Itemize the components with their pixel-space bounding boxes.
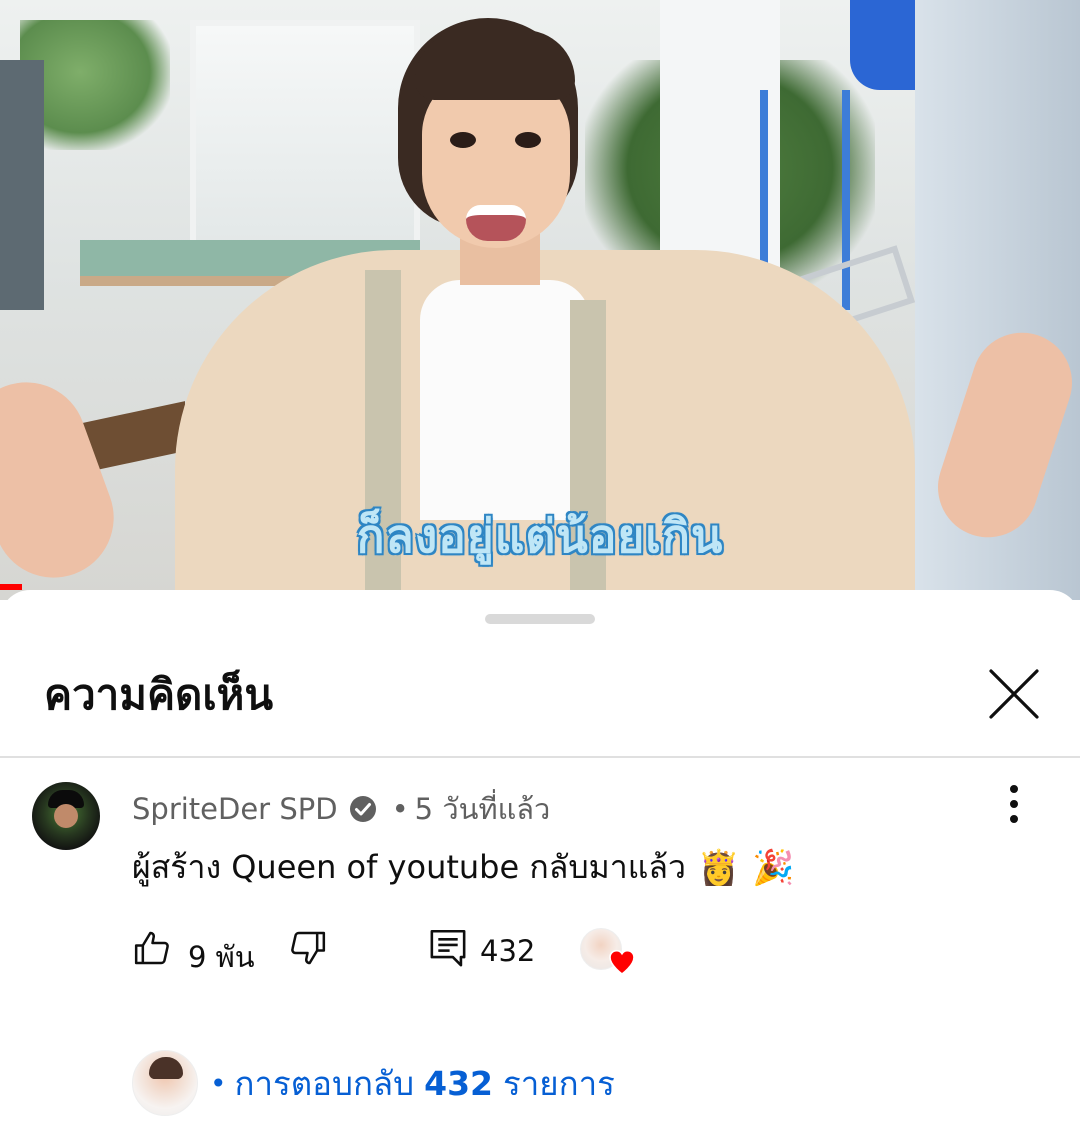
- more-vert-icon: [1010, 785, 1018, 823]
- avatar[interactable]: [32, 782, 100, 850]
- close-icon: [989, 669, 1039, 719]
- view-replies[interactable]: • การตอบกลับ 432 รายการ: [132, 1048, 615, 1118]
- video-person-tee: [420, 280, 590, 520]
- video-background-window: [190, 20, 420, 250]
- video-player[interactable]: ก็ลงอยู่แต่น้อยเกิน: [0, 0, 1080, 600]
- comment-body: ผู้สร้าง Queen of youtube กลับมาแล้ว 👸 🎉: [132, 842, 795, 893]
- comment-text: ผู้สร้าง Queen of youtube กลับมาแล้ว: [132, 848, 686, 886]
- princess-emoji: 👸: [697, 847, 741, 888]
- thumb-down-icon: [291, 931, 326, 965]
- party-popper-emoji: 🎉: [752, 847, 795, 888]
- replies-bullet: •: [210, 1066, 227, 1100]
- video-progress-bar[interactable]: [0, 584, 22, 590]
- video-person-eye: [450, 132, 476, 148]
- header-divider: [0, 756, 1080, 758]
- reply-comment-icon: [430, 929, 466, 967]
- reply-button[interactable]: [428, 928, 472, 974]
- video-person-eye: [515, 132, 541, 148]
- close-button[interactable]: [980, 660, 1048, 728]
- video-background-wall: [0, 60, 44, 310]
- video-person-bangs: [415, 30, 575, 100]
- comment-timestamp[interactable]: 5 วันที่แล้ว: [415, 786, 551, 832]
- video-person-mouth: [466, 205, 526, 241]
- dislike-button[interactable]: [288, 928, 332, 974]
- heart-icon: [609, 949, 635, 975]
- reply-count: 432: [480, 934, 536, 968]
- verified-check-icon: [349, 796, 376, 822]
- meta-separator: •: [391, 792, 409, 826]
- comments-title: ความคิดเห็น: [44, 670, 274, 719]
- like-count: 9 พัน: [188, 940, 255, 974]
- sheet-drag-handle[interactable]: [485, 614, 595, 624]
- comment-more-button[interactable]: [994, 780, 1034, 828]
- avatar-hair: [149, 1057, 183, 1079]
- avatar: [132, 1050, 198, 1116]
- like-button[interactable]: [132, 928, 176, 974]
- replies-prefix: การตอบกลับ: [234, 1063, 415, 1103]
- comment-meta: SpriteDer SPD • 5 วันที่แล้ว: [132, 786, 550, 832]
- replies-count: 432: [424, 1063, 493, 1103]
- avatar-face: [54, 804, 78, 828]
- creator-heart-badge: [580, 928, 640, 978]
- comment-author[interactable]: SpriteDer SPD: [132, 792, 338, 826]
- thumb-up-icon: [134, 931, 169, 965]
- video-subtitle-caption: ก็ลงอยู่แต่น้อยเกิน: [356, 509, 724, 563]
- replies-suffix: รายการ: [503, 1063, 615, 1103]
- view-replies-link[interactable]: • การตอบกลับ 432 รายการ: [210, 1057, 615, 1110]
- comments-sheet: ความคิดเห็น SpriteDer SPD • 5 วันที่แล้ว…: [0, 590, 1080, 1124]
